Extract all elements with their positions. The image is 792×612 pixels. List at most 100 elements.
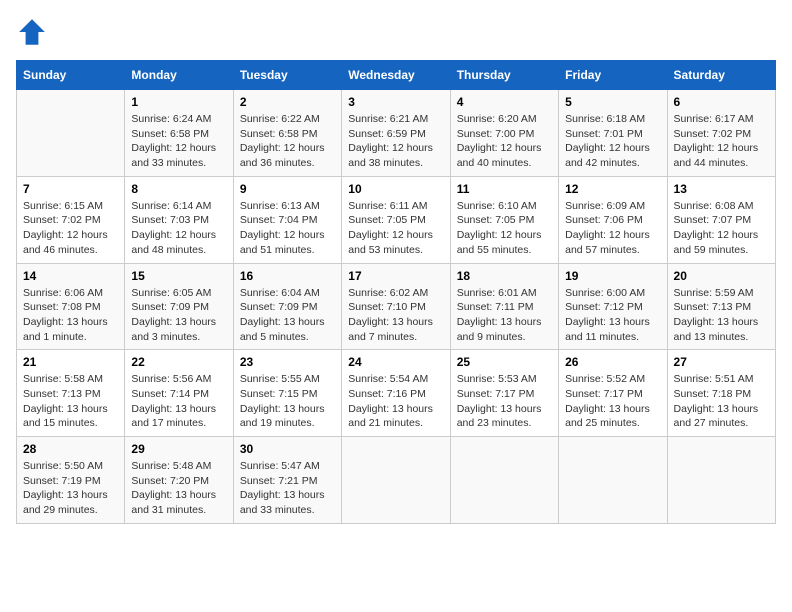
calendar-cell: 6 Sunrise: 6:17 AMSunset: 7:02 PMDaylight…	[667, 90, 775, 177]
day-number: 14	[23, 269, 118, 283]
day-number: 20	[674, 269, 769, 283]
cell-info: Sunrise: 6:01 AMSunset: 7:11 PMDaylight:…	[457, 287, 542, 343]
calendar-week-1: 1 Sunrise: 6:24 AMSunset: 6:58 PMDaylight…	[17, 90, 776, 177]
calendar-cell: 24Sunrise: 5:54 AMSunset: 7:16 PMDayligh…	[342, 350, 450, 437]
calendar-week-5: 28 Sunrise: 5:50 AMSunset: 7:19 PMDayligh…	[17, 437, 776, 524]
cell-info: Sunrise: 6:14 AMSunset: 7:03 PMDaylight:…	[131, 200, 216, 256]
day-number: 2	[240, 95, 335, 109]
calendar-cell: 26 Sunrise: 5:52 AMSunset: 7:17 PMDayligh…	[559, 350, 667, 437]
cell-info: Sunrise: 6:15 AMSunset: 7:02 PMDaylight:…	[23, 200, 108, 256]
day-number: 16	[240, 269, 335, 283]
day-number: 17	[348, 269, 443, 283]
cell-info: Sunrise: 5:48 AMSunset: 7:20 PMDaylight:…	[131, 460, 216, 516]
calendar-table: SundayMondayTuesdayWednesdayThursdayFrid…	[16, 60, 776, 524]
cell-info: Sunrise: 6:02 AMSunset: 7:10 PMDaylight:…	[348, 287, 433, 343]
header	[16, 16, 776, 48]
cell-info: Sunrise: 5:59 AMSunset: 7:13 PMDaylight:…	[674, 287, 759, 343]
calendar-cell: 25 Sunrise: 5:53 AMSunset: 7:17 PMDayligh…	[450, 350, 558, 437]
calendar-week-2: 7 Sunrise: 6:15 AMSunset: 7:02 PMDaylight…	[17, 176, 776, 263]
header-row: SundayMondayTuesdayWednesdayThursdayFrid…	[17, 61, 776, 90]
day-number: 15	[131, 269, 226, 283]
calendar-cell: 22Sunrise: 5:56 AMSunset: 7:14 PMDayligh…	[125, 350, 233, 437]
day-number: 19	[565, 269, 660, 283]
day-number: 30	[240, 442, 335, 456]
calendar-cell: 9 Sunrise: 6:13 AMSunset: 7:04 PMDaylight…	[233, 176, 341, 263]
day-number: 6	[674, 95, 769, 109]
calendar-cell: 30 Sunrise: 5:47 AMSunset: 7:21 PMDayligh…	[233, 437, 341, 524]
day-number: 11	[457, 182, 552, 196]
calendar-cell	[559, 437, 667, 524]
cell-info: Sunrise: 5:54 AMSunset: 7:16 PMDaylight:…	[348, 373, 433, 429]
calendar-cell: 3 Sunrise: 6:21 AMSunset: 6:59 PMDaylight…	[342, 90, 450, 177]
calendar-cell	[667, 437, 775, 524]
header-day-saturday: Saturday	[667, 61, 775, 90]
day-number: 28	[23, 442, 118, 456]
day-number: 29	[131, 442, 226, 456]
day-number: 8	[131, 182, 226, 196]
calendar-cell: 27 Sunrise: 5:51 AMSunset: 7:18 PMDayligh…	[667, 350, 775, 437]
calendar-cell: 28 Sunrise: 5:50 AMSunset: 7:19 PMDayligh…	[17, 437, 125, 524]
logo	[16, 16, 52, 48]
calendar-cell: 21 Sunrise: 5:58 AMSunset: 7:13 PMDayligh…	[17, 350, 125, 437]
calendar-cell: 18 Sunrise: 6:01 AMSunset: 7:11 PMDayligh…	[450, 263, 558, 350]
day-number: 23	[240, 355, 335, 369]
cell-info: Sunrise: 5:47 AMSunset: 7:21 PMDaylight:…	[240, 460, 325, 516]
calendar-cell	[17, 90, 125, 177]
cell-info: Sunrise: 6:10 AMSunset: 7:05 PMDaylight:…	[457, 200, 542, 256]
day-number: 25	[457, 355, 552, 369]
day-number: 18	[457, 269, 552, 283]
day-number: 7	[23, 182, 118, 196]
day-number: 1	[131, 95, 226, 109]
cell-info: Sunrise: 6:24 AMSunset: 6:58 PMDaylight:…	[131, 113, 216, 169]
calendar-week-4: 21 Sunrise: 5:58 AMSunset: 7:13 PMDayligh…	[17, 350, 776, 437]
cell-info: Sunrise: 5:52 AMSunset: 7:17 PMDaylight:…	[565, 373, 650, 429]
calendar-week-3: 14 Sunrise: 6:06 AMSunset: 7:08 PMDayligh…	[17, 263, 776, 350]
calendar-cell: 23Sunrise: 5:55 AMSunset: 7:15 PMDayligh…	[233, 350, 341, 437]
header-day-wednesday: Wednesday	[342, 61, 450, 90]
calendar-cell: 19 Sunrise: 6:00 AMSunset: 7:12 PMDayligh…	[559, 263, 667, 350]
day-number: 3	[348, 95, 443, 109]
cell-info: Sunrise: 6:04 AMSunset: 7:09 PMDaylight:…	[240, 287, 325, 343]
cell-info: Sunrise: 6:11 AMSunset: 7:05 PMDaylight:…	[348, 200, 433, 256]
cell-info: Sunrise: 6:06 AMSunset: 7:08 PMDaylight:…	[23, 287, 108, 343]
calendar-cell: 5Sunrise: 6:18 AMSunset: 7:01 PMDaylight…	[559, 90, 667, 177]
cell-info: Sunrise: 6:13 AMSunset: 7:04 PMDaylight:…	[240, 200, 325, 256]
cell-info: Sunrise: 5:56 AMSunset: 7:14 PMDaylight:…	[131, 373, 216, 429]
header-day-thursday: Thursday	[450, 61, 558, 90]
cell-info: Sunrise: 6:09 AMSunset: 7:06 PMDaylight:…	[565, 200, 650, 256]
day-number: 13	[674, 182, 769, 196]
cell-info: Sunrise: 6:05 AMSunset: 7:09 PMDaylight:…	[131, 287, 216, 343]
cell-info: Sunrise: 5:51 AMSunset: 7:18 PMDaylight:…	[674, 373, 759, 429]
calendar-cell: 10 Sunrise: 6:11 AMSunset: 7:05 PMDayligh…	[342, 176, 450, 263]
calendar-cell: 16 Sunrise: 6:04 AMSunset: 7:09 PMDayligh…	[233, 263, 341, 350]
cell-info: Sunrise: 6:21 AMSunset: 6:59 PMDaylight:…	[348, 113, 433, 169]
day-number: 26	[565, 355, 660, 369]
day-number: 10	[348, 182, 443, 196]
calendar-cell: 20 Sunrise: 5:59 AMSunset: 7:13 PMDayligh…	[667, 263, 775, 350]
cell-info: Sunrise: 6:08 AMSunset: 7:07 PMDaylight:…	[674, 200, 759, 256]
calendar-cell: 17 Sunrise: 6:02 AMSunset: 7:10 PMDayligh…	[342, 263, 450, 350]
header-day-monday: Monday	[125, 61, 233, 90]
cell-info: Sunrise: 5:53 AMSunset: 7:17 PMDaylight:…	[457, 373, 542, 429]
day-number: 21	[23, 355, 118, 369]
day-number: 4	[457, 95, 552, 109]
header-day-tuesday: Tuesday	[233, 61, 341, 90]
cell-info: Sunrise: 6:22 AMSunset: 6:58 PMDaylight:…	[240, 113, 325, 169]
day-number: 12	[565, 182, 660, 196]
calendar-cell: 2 Sunrise: 6:22 AMSunset: 6:58 PMDaylight…	[233, 90, 341, 177]
calendar-cell: 7 Sunrise: 6:15 AMSunset: 7:02 PMDaylight…	[17, 176, 125, 263]
calendar-cell: 14 Sunrise: 6:06 AMSunset: 7:08 PMDayligh…	[17, 263, 125, 350]
calendar-cell: 11 Sunrise: 6:10 AMSunset: 7:05 PMDayligh…	[450, 176, 558, 263]
calendar-cell: 1 Sunrise: 6:24 AMSunset: 6:58 PMDaylight…	[125, 90, 233, 177]
cell-info: Sunrise: 5:58 AMSunset: 7:13 PMDaylight:…	[23, 373, 108, 429]
calendar-cell	[342, 437, 450, 524]
day-number: 27	[674, 355, 769, 369]
cell-info: Sunrise: 6:00 AMSunset: 7:12 PMDaylight:…	[565, 287, 650, 343]
cell-info: Sunrise: 6:17 AMSunset: 7:02 PMDaylight:…	[674, 113, 759, 169]
calendar-cell: 15 Sunrise: 6:05 AMSunset: 7:09 PMDayligh…	[125, 263, 233, 350]
cell-info: Sunrise: 6:18 AMSunset: 7:01 PMDaylight:…	[565, 113, 650, 169]
cell-info: Sunrise: 5:50 AMSunset: 7:19 PMDaylight:…	[23, 460, 108, 516]
header-day-friday: Friday	[559, 61, 667, 90]
header-day-sunday: Sunday	[17, 61, 125, 90]
day-number: 9	[240, 182, 335, 196]
